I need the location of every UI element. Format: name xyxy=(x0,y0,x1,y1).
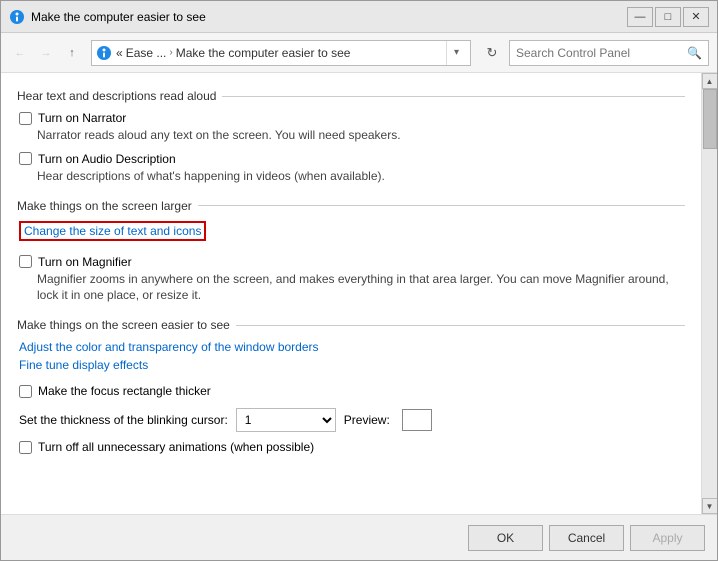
search-input[interactable] xyxy=(516,46,683,60)
scroll-thumb[interactable] xyxy=(703,89,717,149)
refresh-button[interactable]: ↻ xyxy=(479,40,505,66)
magnifier-row: Turn on Magnifier xyxy=(19,255,685,269)
focus-rect-row: Make the focus rectangle thicker xyxy=(19,384,685,398)
title-bar: Make the computer easier to see — □ ✕ xyxy=(1,1,717,33)
up-button[interactable]: ↑ xyxy=(61,42,83,64)
hear-text-section: Hear text and descriptions read aloud Tu… xyxy=(17,89,685,185)
close-button[interactable]: ✕ xyxy=(683,7,709,27)
bottom-bar: OK Cancel Apply xyxy=(1,514,717,560)
narrator-row: Turn on Narrator xyxy=(19,111,685,125)
cursor-preview-box xyxy=(402,409,432,431)
color-transparency-link[interactable]: Adjust the color and transparency of the… xyxy=(19,340,319,354)
address-bar: « Ease ... › Make the computer easier to… xyxy=(91,40,471,66)
main-window: Make the computer easier to see — □ ✕ ← … xyxy=(0,0,718,561)
preview-label: Preview: xyxy=(344,413,390,427)
magnifier-label: Turn on Magnifier xyxy=(38,255,132,269)
easier-see-title: Make things on the screen easier to see xyxy=(17,318,685,332)
ok-button[interactable]: OK xyxy=(468,525,543,551)
cancel-button[interactable]: Cancel xyxy=(549,525,624,551)
scroll-up-button[interactable]: ▲ xyxy=(702,73,718,89)
maximize-button[interactable]: □ xyxy=(655,7,681,27)
address-icon xyxy=(96,45,112,61)
address-ease: Ease ... xyxy=(126,46,167,60)
animations-checkbox[interactable] xyxy=(19,441,32,454)
minimize-button[interactable]: — xyxy=(627,7,653,27)
audio-desc-label: Turn on Audio Description xyxy=(38,152,176,166)
narrator-desc: Narrator reads aloud any text on the scr… xyxy=(37,127,685,144)
focus-rect-label: Make the focus rectangle thicker xyxy=(38,384,211,398)
content-area: Hear text and descriptions read aloud Tu… xyxy=(1,73,717,514)
cursor-thickness-select[interactable]: 1 2 3 4 5 xyxy=(236,408,336,432)
address-dropdown-button[interactable]: ▾ xyxy=(446,41,466,65)
hear-text-title: Hear text and descriptions read aloud xyxy=(17,89,685,103)
magnifier-desc: Magnifier zooms in anywhere on the scree… xyxy=(37,271,685,305)
display-effects-link[interactable]: Fine tune display effects xyxy=(19,358,148,372)
animations-row: Turn off all unnecessary animations (whe… xyxy=(19,440,685,454)
address-part-1: « xyxy=(116,46,123,60)
navigation-bar: ← → ↑ « Ease ... › Make the computer eas… xyxy=(1,33,717,73)
narrator-checkbox[interactable] xyxy=(19,112,32,125)
window-icon xyxy=(9,9,25,25)
magnifier-checkbox[interactable] xyxy=(19,255,32,268)
narrator-label: Turn on Narrator xyxy=(38,111,126,125)
scroll-track[interactable] xyxy=(702,89,718,498)
animations-label: Turn off all unnecessary animations (whe… xyxy=(38,440,314,454)
change-size-link[interactable]: Change the size of text and icons xyxy=(19,221,206,241)
cursor-thickness-label: Set the thickness of the blinking cursor… xyxy=(19,413,228,427)
address-path: « Ease ... › Make the computer easier to… xyxy=(116,46,442,60)
easier-see-section: Make things on the screen easier to see … xyxy=(17,318,685,454)
make-larger-title: Make things on the screen larger xyxy=(17,199,685,213)
scroll-down-button[interactable]: ▼ xyxy=(702,498,718,514)
window-title: Make the computer easier to see xyxy=(31,10,627,24)
address-separator: › xyxy=(169,47,172,58)
scrollbar: ▲ ▼ xyxy=(701,73,717,514)
apply-button[interactable]: Apply xyxy=(630,525,705,551)
search-bar: 🔍 xyxy=(509,40,709,66)
forward-button[interactable]: → xyxy=(35,42,57,64)
audio-desc-row: Turn on Audio Description xyxy=(19,152,685,166)
make-larger-section: Make things on the screen larger Change … xyxy=(17,199,685,305)
audio-desc-checkbox[interactable] xyxy=(19,152,32,165)
cursor-thickness-row: Set the thickness of the blinking cursor… xyxy=(19,408,685,432)
back-button[interactable]: ← xyxy=(9,42,31,64)
address-current: Make the computer easier to see xyxy=(176,46,351,60)
window-controls: — □ ✕ xyxy=(627,7,709,27)
audio-desc-text: Hear descriptions of what's happening in… xyxy=(37,168,685,185)
search-icon: 🔍 xyxy=(687,46,702,60)
main-content: Hear text and descriptions read aloud Tu… xyxy=(1,73,701,514)
focus-rect-checkbox[interactable] xyxy=(19,385,32,398)
